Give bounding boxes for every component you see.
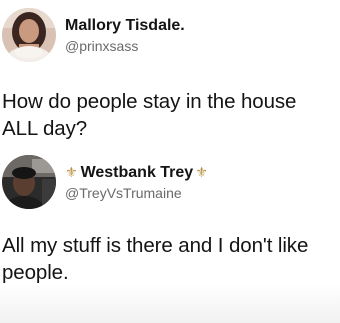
display-name-text: Mallory Tisdale. xyxy=(65,16,185,34)
user-handle[interactable]: @prinxsass xyxy=(65,37,185,55)
user-info: ⚜ Westbank Trey ⚜ @TreyVsTrumaine xyxy=(65,163,208,202)
user-handle[interactable]: @TreyVsTrumaine xyxy=(65,184,208,202)
avatar[interactable] xyxy=(2,8,56,62)
tweet-screenshot: Mallory Tisdale. @prinxsass How do peopl… xyxy=(0,0,340,323)
tweet-text: All my stuff is there and I don't like p… xyxy=(2,234,309,284)
tweet-text: How do people stay in the house ALL day? xyxy=(2,90,297,140)
user-info: Mallory Tisdale. @prinxsass xyxy=(65,16,185,55)
fleur-de-lis-icon: ⚜ xyxy=(195,164,208,180)
tweet-header: Mallory Tisdale. @prinxsass xyxy=(2,8,185,62)
display-name-text: Westbank Trey xyxy=(80,163,194,181)
display-name[interactable]: Mallory Tisdale. xyxy=(65,16,185,35)
avatar[interactable] xyxy=(2,155,56,209)
fleur-de-lis-icon: ⚜ xyxy=(65,164,78,180)
display-name[interactable]: ⚜ Westbank Trey ⚜ xyxy=(65,163,208,182)
tweet-header: ⚜ Westbank Trey ⚜ @TreyVsTrumaine xyxy=(2,155,208,209)
